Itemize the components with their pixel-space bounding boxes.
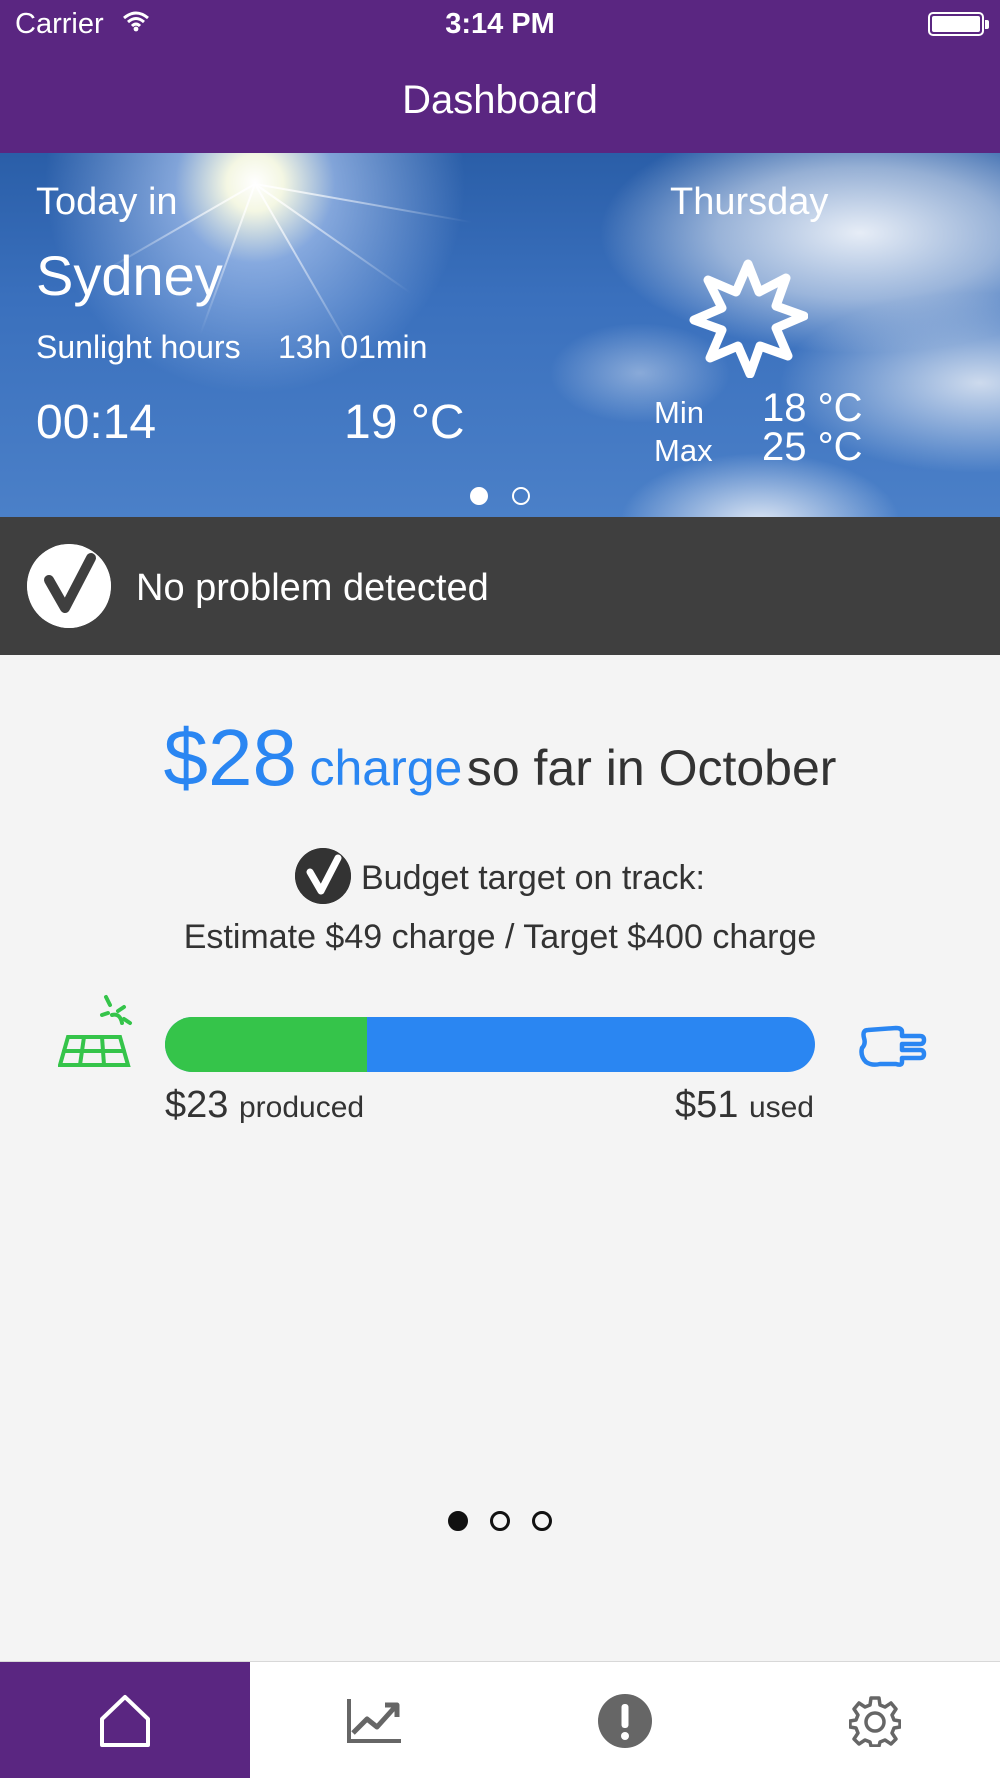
tab-settings[interactable] — [750, 1662, 1000, 1778]
used-caption: used — [748, 1091, 814, 1124]
sun-ray — [254, 183, 472, 224]
weather-card[interactable]: Today in Sydney Sunlight hours 13h 01min… — [0, 153, 1000, 517]
produced-bar-segment — [165, 1017, 367, 1072]
plug-icon — [859, 1025, 927, 1067]
check-circle-icon — [27, 544, 111, 628]
tab-home[interactable] — [0, 1662, 250, 1778]
home-icon — [100, 1694, 150, 1747]
status-alert-bar[interactable]: No problem detected — [0, 517, 1000, 655]
used-label: $51 used — [675, 1084, 814, 1127]
sunlight-label: Sunlight hours — [36, 329, 241, 365]
page-dot[interactable] — [470, 487, 488, 505]
page-dot[interactable] — [512, 487, 530, 505]
budget-status: Budget target on track: — [0, 848, 1000, 908]
min-label: Min — [654, 395, 704, 430]
chart-icon — [347, 1698, 401, 1743]
produced-value: $23 — [165, 1084, 229, 1126]
gear-icon — [849, 1695, 901, 1747]
tab-charts[interactable] — [250, 1662, 500, 1778]
status-time: 3:14 PM — [445, 8, 555, 40]
summary-page-indicator[interactable] — [0, 1511, 1000, 1531]
forecast-day: Thursday — [670, 181, 829, 223]
city-name: Sydney — [36, 244, 223, 307]
weather-page-indicator[interactable] — [0, 487, 1000, 505]
produced-label: $23 produced — [165, 1084, 364, 1127]
tab-bar — [0, 1661, 1000, 1778]
battery-icon — [928, 12, 989, 36]
produced-caption: produced — [238, 1091, 365, 1124]
energy-balance-bar — [165, 1017, 815, 1072]
charge-period: so far in October — [466, 740, 837, 796]
charge-word: charge — [309, 740, 463, 796]
top-bar: Carrier 3:14 PM Dashboard — [0, 0, 1000, 153]
alert-message: No problem detected — [136, 567, 489, 609]
alert-icon — [598, 1693, 652, 1748]
max-label: Max — [654, 433, 713, 468]
current-temperature: 19 °C — [344, 396, 465, 449]
page-dot[interactable] — [532, 1511, 552, 1531]
sunlight-value: 13h 01min — [278, 329, 428, 365]
solar-panel-icon — [58, 995, 132, 1067]
sun-ray — [254, 183, 412, 294]
page-dot[interactable] — [448, 1511, 468, 1531]
page-title: Dashboard — [402, 78, 598, 122]
today-label: Today in — [36, 181, 178, 223]
page-dot[interactable] — [490, 1511, 510, 1531]
charge-summary: $28 charge so far in October — [0, 712, 1000, 804]
tab-alerts[interactable] — [500, 1662, 750, 1778]
local-time: 00:14 — [36, 396, 157, 449]
charge-amount: $28 — [163, 713, 298, 802]
check-circle-icon — [295, 848, 351, 904]
status-bar: Carrier 3:14 PM — [0, 0, 1000, 50]
max-temperature: 25 °C — [762, 425, 863, 469]
estimate-text: Estimate $49 charge / Target $400 charge — [183, 918, 817, 956]
used-value: $51 — [674, 1084, 739, 1126]
budget-text: Budget target on track: — [361, 858, 705, 897]
sun-icon — [689, 259, 808, 378]
